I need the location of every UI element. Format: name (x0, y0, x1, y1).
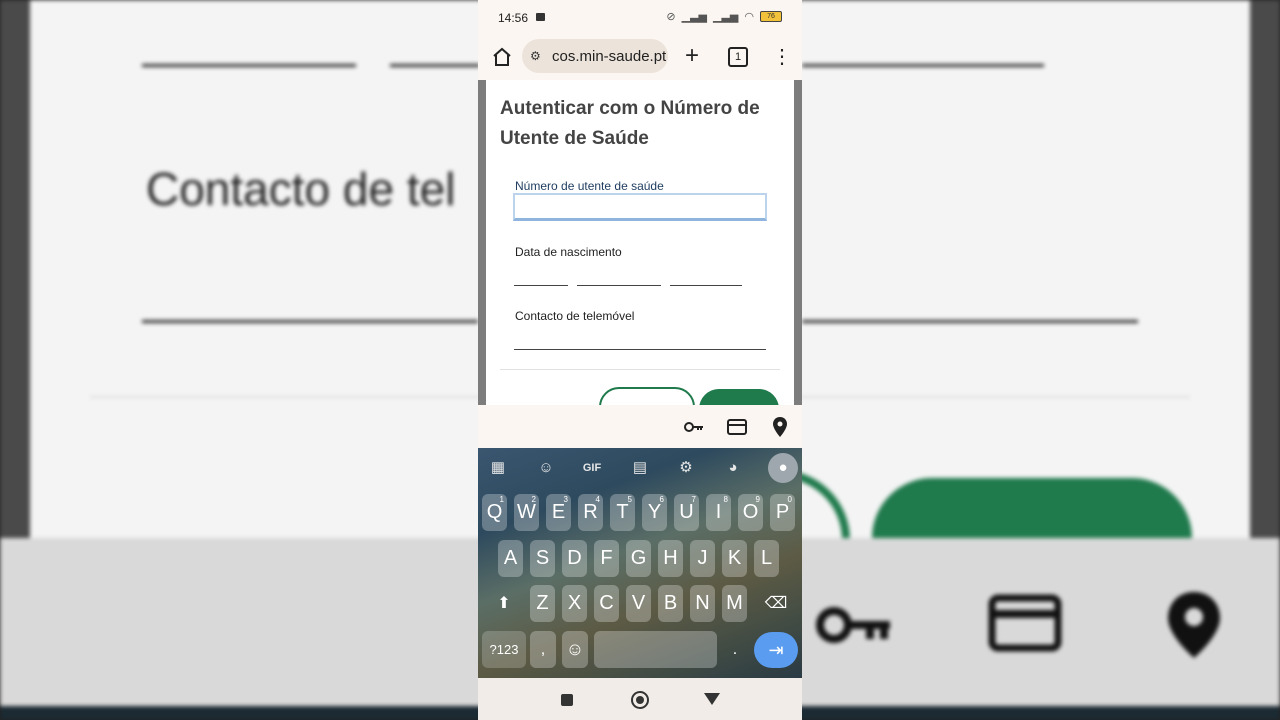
background-line (142, 64, 356, 67)
address-bar[interactable]: ⚙ cos.min-saude.pt (522, 39, 668, 73)
settings-gear-icon[interactable]: ⚙ (674, 456, 698, 480)
key-o[interactable]: O9 (738, 494, 763, 531)
status-time: 14:56 (498, 11, 529, 25)
home-circle-icon[interactable] (631, 691, 649, 709)
key-y[interactable]: Y6 (642, 494, 667, 531)
key-w[interactable]: W2 (514, 494, 539, 531)
key-z[interactable]: Z (530, 585, 555, 622)
symbols-key[interactable]: ?123 (482, 631, 526, 668)
credit-card-icon[interactable] (725, 415, 749, 439)
dob-month-input[interactable] (577, 285, 661, 286)
status-bar: 14:56 ⊘ ▁▃▅ ▁▃▅ ◠ 76 (478, 0, 802, 34)
back-triangle-icon[interactable] (704, 693, 720, 705)
page-title: Autenticar com o Número de Utente de Saú… (500, 98, 760, 149)
background-line (390, 64, 480, 67)
keyboard: ▦ ☺ GIF ▤ ⚙ ◕ ● Q1 W2 E3 R4 T5 Y6 U7 I8 … (478, 448, 802, 678)
key-j[interactable]: J (690, 540, 715, 577)
location-pin-icon[interactable] (768, 415, 792, 439)
key-m[interactable]: M (722, 585, 747, 622)
key-t[interactable]: T5 (610, 494, 635, 531)
new-tab-plus-icon[interactable]: + (680, 44, 704, 68)
key-x[interactable]: X (562, 585, 587, 622)
keyboard-toolbar: ▦ ☺ GIF ▤ ⚙ ◕ ● (478, 448, 802, 488)
key-icon (816, 607, 890, 643)
background-line (142, 320, 478, 323)
comma-key[interactable]: , (530, 631, 556, 668)
key-u[interactable]: U7 (674, 494, 699, 531)
card-divider (500, 369, 780, 370)
period-key[interactable]: . (722, 631, 748, 668)
system-nav-bar (478, 678, 802, 720)
key-r[interactable]: R4 (578, 494, 603, 531)
key-d[interactable]: D (562, 540, 587, 577)
emoji-icon[interactable]: ☺ (562, 631, 588, 668)
tab-switcher-button[interactable]: 1 (728, 47, 748, 67)
next-field-icon[interactable]: ⇥ (754, 632, 798, 668)
key-icon[interactable] (682, 415, 706, 439)
recents-icon[interactable] (561, 694, 573, 706)
dob-label: Data de nascimento (515, 245, 622, 259)
key-q[interactable]: Q1 (482, 494, 507, 531)
phone-label: Contacto de telemóvel (515, 309, 635, 323)
more-menu-icon[interactable]: ⋮ (772, 45, 792, 69)
key-h[interactable]: H (658, 540, 683, 577)
key-k[interactable]: K (722, 540, 747, 577)
autofill-bar (478, 405, 802, 448)
location-pin-icon (1168, 592, 1220, 658)
key-f[interactable]: F (594, 540, 619, 577)
key-n[interactable]: N (690, 585, 715, 622)
status-icons: ⊘ ▁▃▅ ▁▃▅ ◠ 76 (666, 10, 782, 23)
home-icon[interactable] (490, 45, 514, 69)
key-c[interactable]: C (594, 585, 619, 622)
key-b[interactable]: B (658, 585, 683, 622)
url-text: cos.min-saude.pt (552, 47, 667, 65)
apps-grid-icon[interactable]: ▦ (486, 456, 510, 480)
phone-screen: 14:56 ⊘ ▁▃▅ ▁▃▅ ◠ 76 ⚙ cos.min-saude.pt … (478, 0, 802, 720)
key-a[interactable]: A (498, 540, 523, 577)
gif-icon[interactable]: GIF (580, 456, 604, 480)
browser-toolbar: ⚙ cos.min-saude.pt + 1 ⋮ (478, 34, 802, 80)
web-page: Autenticar com o Número de Utente de Saú… (478, 80, 802, 429)
phone-input[interactable] (514, 349, 766, 350)
sticker-icon[interactable]: ☺ (534, 456, 558, 480)
microphone-icon[interactable]: ● (768, 453, 798, 483)
key-i[interactable]: I8 (706, 494, 731, 531)
key-p[interactable]: P0 (770, 494, 795, 531)
background-line (802, 64, 1044, 67)
palette-icon[interactable]: ◕ (721, 456, 745, 480)
credit-card-icon (988, 594, 1062, 652)
nus-label: Número de utente de saúde (515, 179, 664, 193)
key-s[interactable]: S (530, 540, 555, 577)
site-settings-icon[interactable]: ⚙ (530, 49, 546, 63)
dob-day-input[interactable] (514, 285, 568, 286)
key-g[interactable]: G (626, 540, 651, 577)
dob-year-input[interactable] (670, 285, 742, 286)
alarm-off-icon: ⊘ (666, 11, 676, 23)
nus-input[interactable] (513, 193, 767, 221)
background-line (802, 320, 1138, 323)
key-v[interactable]: V (626, 585, 651, 622)
background-zoom-text: Contacto de tel (146, 163, 456, 215)
backspace-icon[interactable]: ⌫ (758, 585, 794, 622)
shift-icon[interactable]: ⬆ (484, 585, 524, 622)
wifi-icon: ◠ (744, 11, 754, 23)
battery-icon: 76 (760, 11, 782, 22)
signal-icon: ▁▃▅ (713, 11, 739, 23)
signal-icon: ▁▃▅ (681, 11, 707, 23)
key-l[interactable]: L (754, 540, 779, 577)
space-key[interactable] (594, 631, 717, 668)
key-e[interactable]: E3 (546, 494, 571, 531)
video-record-icon (536, 13, 545, 21)
clipboard-icon[interactable]: ▤ (628, 456, 652, 480)
login-card: Autenticar com o Número de Utente de Saú… (486, 80, 794, 429)
